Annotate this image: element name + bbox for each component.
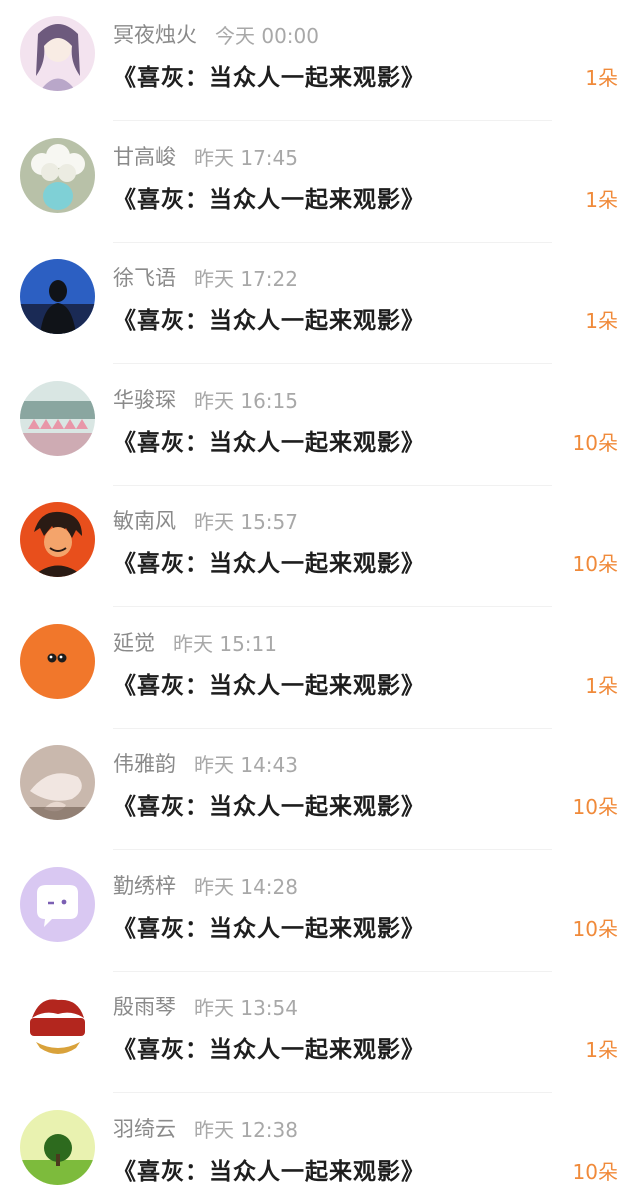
divider bbox=[113, 606, 552, 607]
orange-skull-avatar bbox=[20, 624, 95, 699]
list-item-meta: 华骏琛 昨天 16:15 bbox=[113, 384, 298, 414]
work-title[interactable]: 《喜灰：当众人一起来观影》 bbox=[113, 787, 425, 821]
work-title[interactable]: 《喜灰：当众人一起来观影》 bbox=[113, 666, 425, 700]
flower-count: 10朵 bbox=[572, 1160, 618, 1184]
chat-bubble-avatar bbox=[20, 867, 95, 942]
seashells-avatar bbox=[20, 745, 95, 820]
timestamp: 昨天 17:45 bbox=[194, 145, 298, 170]
timestamp: 昨天 15:57 bbox=[194, 509, 298, 534]
list-item[interactable]: 勤绣梓 昨天 14:28 《喜灰：当众人一起来观影》 10朵 bbox=[0, 851, 640, 972]
timestamp: 昨天 15:11 bbox=[173, 631, 277, 656]
list-item-meta: 伟雅韵 昨天 14:43 bbox=[113, 748, 298, 778]
work-title[interactable]: 《喜灰：当众人一起来观影》 bbox=[113, 1152, 425, 1186]
avatar[interactable] bbox=[20, 381, 95, 456]
flower-count: 10朵 bbox=[572, 431, 618, 455]
flower-count: 1朵 bbox=[585, 1038, 618, 1062]
avatar[interactable] bbox=[20, 502, 95, 577]
anime-girl-avatar bbox=[20, 16, 95, 91]
list-item-meta: 殷雨琴 昨天 13:54 bbox=[113, 991, 298, 1021]
work-title[interactable]: 《喜灰：当众人一起来观影》 bbox=[113, 423, 425, 457]
user-name[interactable]: 伟雅韵 bbox=[113, 748, 176, 778]
anime-boy-avatar bbox=[20, 502, 95, 577]
list-item[interactable]: 华骏琛 昨天 16:15 《喜灰：当众人一起来观影》 10朵 bbox=[0, 365, 640, 486]
avatar[interactable] bbox=[20, 867, 95, 942]
list-item[interactable]: 延觉 昨天 15:11 《喜灰：当众人一起来观影》 1朵 bbox=[0, 608, 640, 729]
list-item-meta: 羽绮云 昨天 12:38 bbox=[113, 1113, 298, 1143]
user-name[interactable]: 羽绮云 bbox=[113, 1113, 176, 1143]
avatar[interactable] bbox=[20, 745, 95, 820]
list-item[interactable]: 甘高峻 昨天 17:45 《喜灰：当众人一起来观影》 1朵 bbox=[0, 122, 640, 243]
flower-count: 1朵 bbox=[585, 674, 618, 698]
divider bbox=[113, 363, 552, 364]
gift-record-list: 冥夜烛火 今天 00:00 《喜灰：当众人一起来观影》 1朵 甘高峻 昨天 17… bbox=[0, 0, 640, 1195]
avatar[interactable] bbox=[20, 624, 95, 699]
timestamp: 昨天 13:54 bbox=[194, 995, 298, 1020]
flower-count: 1朵 bbox=[585, 309, 618, 333]
timestamp: 昨天 14:28 bbox=[194, 874, 298, 899]
flower-count: 10朵 bbox=[572, 552, 618, 576]
user-name[interactable]: 殷雨琴 bbox=[113, 991, 176, 1021]
user-name[interactable]: 甘高峻 bbox=[113, 141, 176, 171]
list-item[interactable]: 伟雅韵 昨天 14:43 《喜灰：当众人一起来观影》 10朵 bbox=[0, 729, 640, 850]
avatar[interactable] bbox=[20, 16, 95, 91]
timestamp: 今天 00:00 bbox=[215, 23, 319, 48]
list-item-meta: 甘高峻 昨天 17:45 bbox=[113, 141, 298, 171]
divider bbox=[113, 1092, 552, 1093]
list-item[interactable]: 冥夜烛火 今天 00:00 《喜灰：当众人一起来观影》 1朵 bbox=[0, 0, 640, 121]
timestamp: 昨天 16:15 bbox=[194, 388, 298, 413]
avatar[interactable] bbox=[20, 138, 95, 213]
list-item-meta: 徐飞语 昨天 17:22 bbox=[113, 262, 298, 292]
white-flowers-vase-avatar bbox=[20, 138, 95, 213]
flower-count: 10朵 bbox=[572, 795, 618, 819]
divider bbox=[113, 849, 552, 850]
work-title[interactable]: 《喜灰：当众人一起来观影》 bbox=[113, 180, 425, 214]
timestamp: 昨天 14:43 bbox=[194, 752, 298, 777]
pink-cups-avatar bbox=[20, 381, 95, 456]
user-name[interactable]: 华骏琛 bbox=[113, 384, 176, 414]
timestamp: 昨天 17:22 bbox=[194, 266, 298, 291]
user-name[interactable]: 敏南风 bbox=[113, 505, 176, 535]
list-item[interactable]: 徐飞语 昨天 17:22 《喜灰：当众人一起来观影》 1朵 bbox=[0, 243, 640, 364]
avatar[interactable] bbox=[20, 988, 95, 1063]
list-item-meta: 冥夜烛火 今天 00:00 bbox=[113, 19, 319, 49]
list-item-meta: 敏南风 昨天 15:57 bbox=[113, 505, 298, 535]
timestamp: 昨天 12:38 bbox=[194, 1117, 298, 1142]
flower-count: 1朵 bbox=[585, 188, 618, 212]
work-title[interactable]: 《喜灰：当众人一起来观影》 bbox=[113, 1030, 425, 1064]
flower-count: 1朵 bbox=[585, 66, 618, 90]
list-item[interactable]: 羽绮云 昨天 12:38 《喜灰：当众人一起来观影》 10朵 bbox=[0, 1094, 640, 1195]
user-name[interactable]: 延觉 bbox=[113, 627, 155, 657]
work-title[interactable]: 《喜灰：当众人一起来观影》 bbox=[113, 58, 425, 92]
list-item[interactable]: 殷雨琴 昨天 13:54 《喜灰：当众人一起来观影》 1朵 bbox=[0, 972, 640, 1093]
work-title[interactable]: 《喜灰：当众人一起来观影》 bbox=[113, 909, 425, 943]
user-name[interactable]: 冥夜烛火 bbox=[113, 19, 197, 49]
list-item[interactable]: 敏南风 昨天 15:57 《喜灰：当众人一起来观影》 10朵 bbox=[0, 486, 640, 607]
work-title[interactable]: 《喜灰：当众人一起来观影》 bbox=[113, 544, 425, 578]
list-item-meta: 勤绣梓 昨天 14:28 bbox=[113, 870, 298, 900]
avatar[interactable] bbox=[20, 1110, 95, 1185]
list-item-meta: 延觉 昨天 15:11 bbox=[113, 627, 277, 657]
flower-count: 10朵 bbox=[572, 917, 618, 941]
avatar[interactable] bbox=[20, 259, 95, 334]
user-name[interactable]: 勤绣梓 bbox=[113, 870, 176, 900]
work-title[interactable]: 《喜灰：当众人一起来观影》 bbox=[113, 301, 425, 335]
divider bbox=[113, 120, 552, 121]
user-name[interactable]: 徐飞语 bbox=[113, 262, 176, 292]
dragon-logo-avatar bbox=[20, 988, 95, 1063]
green-tree-avatar bbox=[20, 1110, 95, 1185]
person-silhouette-avatar bbox=[20, 259, 95, 334]
